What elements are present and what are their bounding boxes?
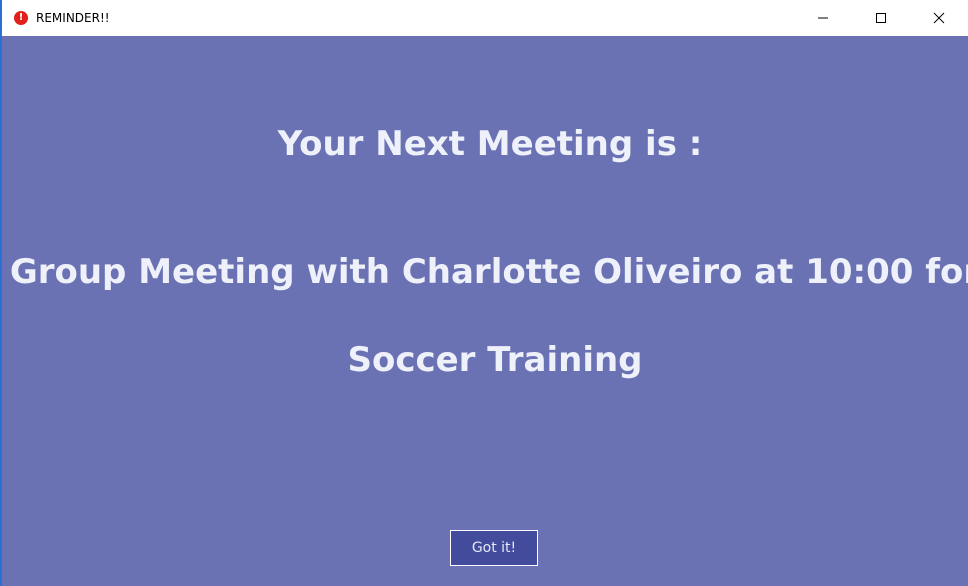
meeting-details-line2: Soccer Training — [347, 340, 643, 380]
meeting-details-line1: Group Meeting with Charlotte Oliveiro at… — [9, 252, 968, 292]
window-controls — [794, 0, 968, 36]
reminder-window: ! REMINDER!! Your Next Meeting is : Grou… — [0, 0, 968, 586]
reminder-heading: Your Next Meeting is : — [277, 124, 703, 164]
alert-icon: ! — [14, 11, 28, 25]
close-button[interactable] — [910, 0, 968, 36]
reminder-content: Your Next Meeting is : Group Meeting wit… — [2, 36, 968, 586]
minimize-button[interactable] — [794, 0, 852, 36]
title-bar[interactable]: ! REMINDER!! — [2, 0, 968, 36]
close-icon — [933, 12, 945, 24]
maximize-icon — [876, 13, 886, 23]
maximize-button[interactable] — [852, 0, 910, 36]
minimize-icon — [818, 17, 828, 19]
got-it-button[interactable]: Got it! — [450, 530, 538, 566]
window-title: REMINDER!! — [36, 11, 110, 25]
